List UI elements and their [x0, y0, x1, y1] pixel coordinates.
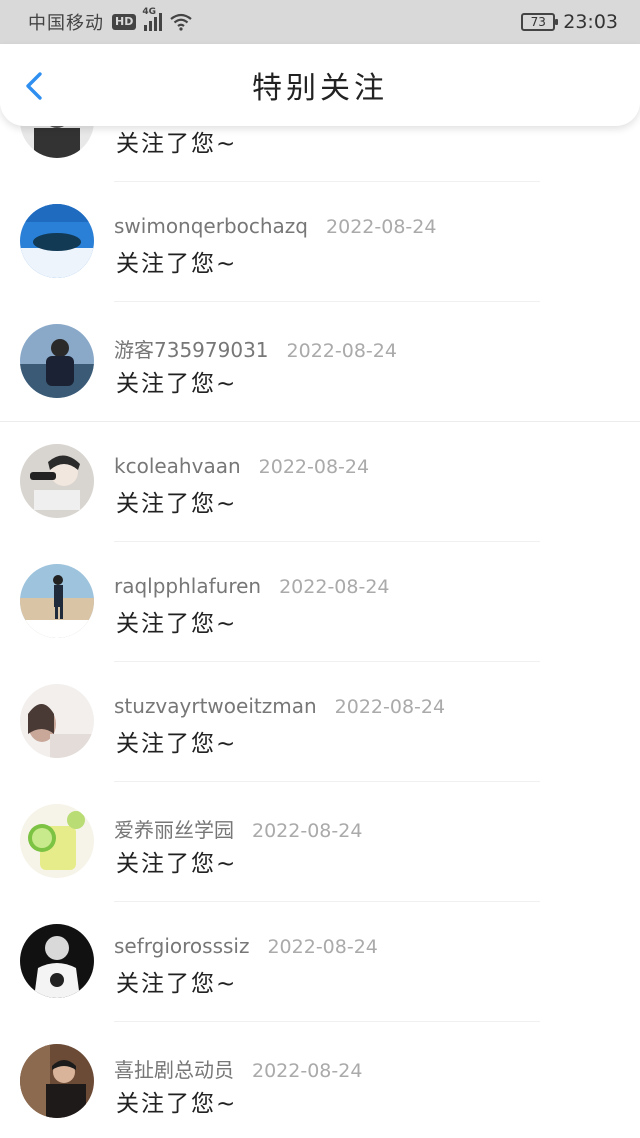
follow-message: 关注了您~: [116, 251, 238, 277]
hd-badge: HD: [112, 14, 137, 30]
follow-message: 关注了您~: [116, 1091, 238, 1117]
back-button[interactable]: [18, 66, 54, 106]
avatar[interactable]: [20, 924, 94, 998]
avatar[interactable]: [20, 564, 94, 638]
clock: 23:03: [563, 11, 618, 33]
follow-date: 2022-08-24: [326, 216, 437, 238]
battery-icon: 73: [521, 13, 559, 31]
list-item[interactable]: 游客735979031 2022-08-24 关注了您~: [0, 302, 640, 422]
carrier-name: 中国移动: [28, 13, 104, 34]
page-title: 特别关注: [252, 71, 388, 106]
list-item[interactable]: 喜扯剧总动员 2022-08-24 关注了您~: [0, 1022, 640, 1138]
follow-date: 2022-08-24: [258, 456, 370, 478]
item-meta: 爱养丽丝学园 2022-08-24: [114, 814, 362, 843]
follow-message: 关注了您~: [116, 731, 238, 757]
username[interactable]: kcoleahvaan: [114, 454, 241, 478]
list-item[interactable]: 爱养丽丝学园 2022-08-24 关注了您~: [0, 782, 640, 902]
follow-date: 2022-08-24: [286, 340, 397, 362]
list-item[interactable]: stuzvayrtwoeitzman 2022-08-24 关注了您~: [0, 662, 640, 782]
follow-message: 关注了您~: [116, 131, 238, 157]
avatar[interactable]: [20, 804, 94, 878]
status-left: 中国移动 HD 4G: [28, 7, 193, 35]
follow-date: 2022-08-24: [252, 820, 363, 842]
follow-message: 关注了您~: [116, 371, 238, 397]
avatar[interactable]: [20, 684, 94, 758]
follow-date: 2022-08-24: [334, 696, 446, 718]
status-right: 73 23:03: [521, 11, 618, 33]
list-item[interactable]: kcoleahvaan 2022-08-24 关注了您~: [0, 422, 640, 542]
item-meta: sefrgiorosssiz 2022-08-24: [114, 934, 378, 958]
username[interactable]: 喜扯剧总动员: [114, 1054, 234, 1083]
item-meta: stuzvayrtwoeitzman 2022-08-24: [114, 694, 445, 718]
username[interactable]: stuzvayrtwoeitzman: [114, 694, 317, 718]
username[interactable]: sefrgiorosssiz: [114, 934, 249, 958]
list-item[interactable]: sefrgiorosssiz 2022-08-24 关注了您~: [0, 902, 640, 1022]
avatar[interactable]: [20, 324, 94, 398]
avatar[interactable]: [20, 444, 94, 518]
username[interactable]: 游客735979031: [114, 334, 269, 363]
username[interactable]: 爱养丽丝学园: [114, 814, 234, 843]
battery-level: 73: [530, 15, 546, 29]
username[interactable]: raqlpphlafuren: [114, 574, 261, 598]
item-meta: kcoleahvaan 2022-08-24: [114, 454, 369, 478]
chevron-left-icon: [26, 72, 42, 100]
username[interactable]: swimonqerbochazq: [114, 214, 308, 238]
item-meta: swimonqerbochazq 2022-08-24: [114, 214, 436, 238]
wifi-icon: [170, 13, 193, 31]
list-item[interactable]: swimonqerbochazq 2022-08-24 关注了您~: [0, 182, 640, 302]
app-header: 特别关注: [0, 44, 640, 126]
follow-message: 关注了您~: [116, 611, 238, 637]
follow-list: 关注了您~ swimonqerbochazq 2022-08-24 关注了您~ …: [0, 62, 640, 1138]
follow-date: 2022-08-24: [279, 576, 390, 598]
follow-date: 2022-08-24: [267, 936, 378, 958]
item-meta: 喜扯剧总动员 2022-08-24: [114, 1054, 362, 1083]
status-bar: 中国移动 HD 4G 73 23:03: [0, 0, 640, 44]
follow-date: 2022-08-24: [252, 1060, 363, 1082]
list-item[interactable]: raqlpphlafuren 2022-08-24 关注了您~: [0, 542, 640, 662]
follow-message: 关注了您~: [116, 491, 238, 517]
avatar[interactable]: [20, 204, 94, 278]
signal-icon: 4G: [142, 7, 163, 31]
network-type: 4G: [142, 7, 156, 17]
item-meta: raqlpphlafuren 2022-08-24: [114, 574, 390, 598]
follow-message: 关注了您~: [116, 971, 238, 997]
follow-message: 关注了您~: [116, 851, 238, 877]
avatar[interactable]: [20, 1044, 94, 1118]
item-meta: 游客735979031 2022-08-24: [114, 334, 397, 363]
